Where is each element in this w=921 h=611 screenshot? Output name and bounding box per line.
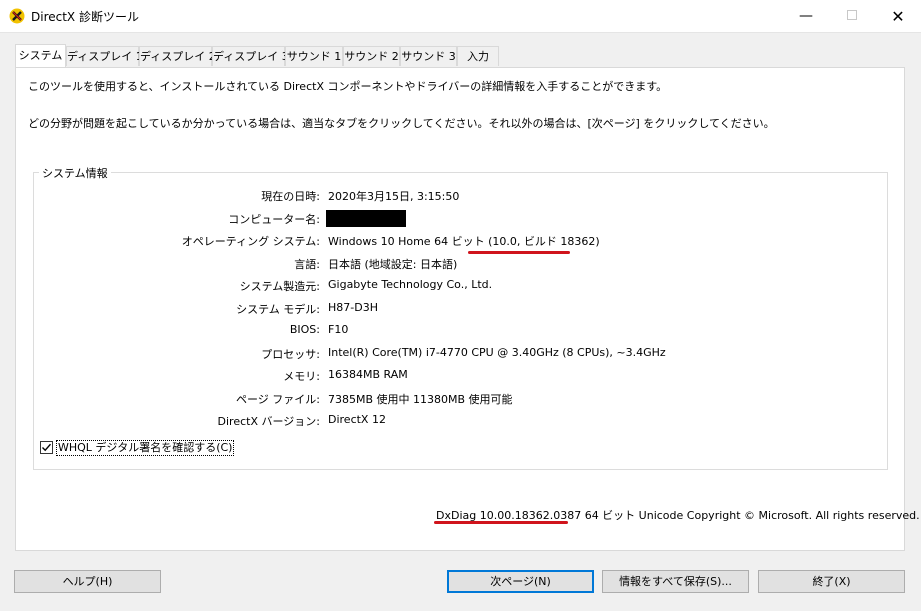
tab-display-2[interactable]: ディスプレイ 2 xyxy=(139,46,216,66)
intro-text-1: このツールを使用すると、インストールされている DirectX コンポーネントや… xyxy=(28,80,668,93)
maximize-icon xyxy=(847,8,857,24)
check-icon xyxy=(42,443,52,452)
system-tab-panel: このツールを使用すると、インストールされている DirectX コンポーネントや… xyxy=(15,67,920,551)
group-title: システム情報 xyxy=(39,165,111,181)
info-label: システム製造元: xyxy=(239,280,320,293)
save-all-info-button[interactable]: 情報をすべて保存(S)... xyxy=(602,570,749,593)
info-row-bios: BIOS: F10 xyxy=(34,323,884,339)
info-value: 日本語 (地域設定: 日本語) xyxy=(328,258,458,271)
info-label: DirectX バージョン: xyxy=(217,415,320,428)
directx-app-icon xyxy=(9,8,25,24)
tab-display-3[interactable]: ディスプレイ 3 xyxy=(212,46,289,66)
close-button[interactable]: ✕ xyxy=(875,0,921,32)
intro-text-2: どの分野が問題を起こしているか分かっている場合は、適当なタブをクリックしてくださ… xyxy=(28,117,775,130)
info-row-directx-version: DirectX バージョン: DirectX 12 xyxy=(34,413,884,429)
info-value: 16384MB RAM xyxy=(328,368,408,381)
window-title: DirectX 診断ツール xyxy=(31,10,139,24)
close-icon: ✕ xyxy=(891,6,905,26)
help-button[interactable]: ヘルプ(H) xyxy=(14,570,161,593)
info-label: システム モデル: xyxy=(236,303,320,316)
info-row-memory: メモリ: 16384MB RAM xyxy=(34,368,884,384)
info-label: 言語: xyxy=(294,258,320,271)
tab-input[interactable]: 入力 xyxy=(457,46,499,66)
info-row-model: システム モデル: H87-D3H xyxy=(34,301,884,317)
info-label: BIOS: xyxy=(289,323,320,336)
info-label: オペレーティング システム: xyxy=(181,235,320,248)
info-label: ページ ファイル: xyxy=(236,393,320,406)
os-build-highlight-underline xyxy=(468,251,570,254)
redacted-computer-name xyxy=(326,210,406,227)
next-page-button[interactable]: 次ページ(N) xyxy=(447,570,594,593)
info-value: Gigabyte Technology Co., Ltd. xyxy=(328,278,493,291)
whql-checkbox-label[interactable]: WHQL デジタル署名を確認する(C) xyxy=(56,440,235,456)
tab-sound-1[interactable]: サウンド 1 xyxy=(285,46,343,66)
tab-system[interactable]: システム xyxy=(15,44,66,67)
minimize-button[interactable]: — xyxy=(783,0,829,32)
whql-checkbox[interactable] xyxy=(40,441,53,454)
info-value: F10 xyxy=(328,323,349,336)
info-value: Windows 10 Home 64 ビット (10.0, ビルド 18362) xyxy=(328,235,600,248)
info-row-os: オペレーティング システム: Windows 10 Home 64 ビット (1… xyxy=(34,233,884,249)
tab-display-1[interactable]: ディスプレイ 1 xyxy=(66,46,143,66)
info-row-page-file: ページ ファイル: 7385MB 使用中 11380MB 使用可能 xyxy=(34,391,884,407)
info-value: 7385MB 使用中 11380MB 使用可能 xyxy=(328,393,513,406)
info-label: コンピューター名: xyxy=(228,213,320,226)
maximize-button[interactable] xyxy=(829,0,875,32)
version-highlight-underline xyxy=(434,521,568,524)
minimize-icon: — xyxy=(799,8,813,24)
info-row-computer-name: コンピューター名: xyxy=(34,210,884,227)
exit-button[interactable]: 終了(X) xyxy=(758,570,905,593)
info-value: DirectX 12 xyxy=(328,413,386,426)
info-row-datetime: 現在の日時: 2020年3月15日, 3:15:50 xyxy=(34,188,884,204)
info-label: メモリ: xyxy=(283,370,320,383)
info-value: 2020年3月15日, 3:15:50 xyxy=(328,190,460,203)
info-label: プロセッサ: xyxy=(261,348,320,361)
info-row-language: 言語: 日本語 (地域設定: 日本語) xyxy=(34,256,884,272)
info-value: H87-D3H xyxy=(328,301,378,314)
tab-sound-3[interactable]: サウンド 3 xyxy=(400,46,457,66)
tab-sound-2[interactable]: サウンド 2 xyxy=(343,46,400,66)
info-value: Intel(R) Core(TM) i7-4770 CPU @ 3.40GHz … xyxy=(328,346,666,359)
system-info-group: システム情報 現在の日時: 2020年3月15日, 3:15:50 コンピュータ… xyxy=(33,165,888,470)
info-row-processor: プロセッサ: Intel(R) Core(TM) i7-4770 CPU @ 3… xyxy=(34,346,884,362)
info-label: 現在の日時: xyxy=(261,190,320,203)
title-bar: DirectX 診断ツール — ✕ xyxy=(0,0,921,33)
info-row-manufacturer: システム製造元: Gigabyte Technology Co., Ltd. xyxy=(34,278,884,294)
